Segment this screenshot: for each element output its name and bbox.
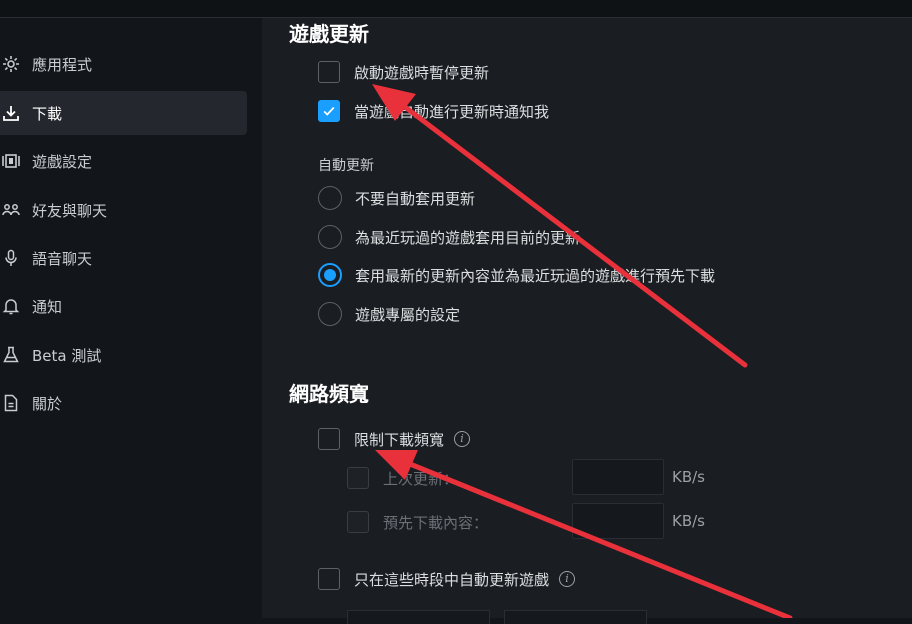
document-icon	[0, 392, 22, 414]
auto-update-radio[interactable]	[318, 225, 342, 249]
last-update-limit-checkbox[interactable]	[347, 467, 369, 489]
pause-while-playing-label: 啟動遊戲時暫停更新	[354, 63, 490, 82]
sidebar-item-label: 好友與聊天	[32, 201, 108, 220]
settings-sidebar: 應用程式 下載 遊戲設定 好友與聊天 語音聊天 通知 Beta 測試 關於	[0, 18, 262, 618]
last-update-unit: KB/s	[672, 468, 705, 486]
auto-update-option[interactable]: 為最近玩過的遊戲套用目前的更新	[318, 225, 580, 249]
limit-download-row[interactable]: 限制下載頻寬 i	[318, 428, 471, 450]
sidebar-item-notifications[interactable]: 通知	[0, 284, 247, 328]
info-icon[interactable]: i	[454, 431, 471, 447]
sidebar-item-game-settings[interactable]: 遊戲設定	[0, 139, 247, 183]
schedule-update-row[interactable]: 只在這些時段中自動更新遊戲 i	[318, 568, 576, 590]
sidebar-item-beta[interactable]: Beta 測試	[0, 333, 247, 377]
auto-update-option-label: 遊戲專屬的設定	[355, 305, 461, 324]
sidebar-item-label: 語音聊天	[32, 249, 93, 268]
auto-update-option-label: 為最近玩過的遊戲套用目前的更新	[355, 228, 581, 247]
sidebar-item-voice-chat[interactable]: 語音聊天	[0, 236, 247, 280]
sidebar-item-label: 遊戲設定	[32, 152, 93, 171]
predownload-limit-label: 預先下載內容：	[383, 513, 489, 532]
predownload-limit-input[interactable]	[572, 503, 664, 539]
auto-update-option-label: 套用最新的更新內容並為最近玩過的遊戲進行預先下載	[355, 266, 716, 285]
auto-update-option[interactable]: 遊戲專屬的設定	[318, 302, 460, 326]
notify-auto-update-row[interactable]: 當遊戲自動進行更新時通知我	[318, 100, 549, 122]
sidebar-item-label: 應用程式	[32, 55, 93, 74]
bell-icon	[0, 295, 22, 317]
schedule-start-select[interactable]	[347, 610, 490, 624]
checkmark-icon	[323, 106, 335, 116]
last-update-limit-label: 上次更新：	[383, 469, 459, 488]
predownload-limit-row: 預先下載內容：	[347, 511, 488, 533]
friends-icon	[0, 199, 22, 221]
auto-update-option-label: 不要自動套用更新	[355, 189, 476, 208]
gear-icon	[0, 53, 22, 75]
sidebar-item-label: Beta 測試	[32, 346, 102, 365]
predownload-limit-checkbox[interactable]	[347, 511, 369, 533]
notify-auto-update-label: 當遊戲自動進行更新時通知我	[354, 102, 550, 121]
game-updates-heading: 遊戲更新	[289, 22, 369, 46]
microphone-icon	[0, 247, 22, 269]
schedule-update-checkbox[interactable]	[318, 568, 340, 590]
auto-update-radio[interactable]	[318, 302, 342, 326]
sidebar-item-label: 下載	[32, 104, 63, 123]
sidebar-item-about[interactable]: 關於	[0, 381, 247, 425]
game-settings-icon	[0, 150, 22, 172]
top-bar	[0, 0, 912, 18]
sidebar-item-applications[interactable]: 應用程式	[0, 42, 247, 86]
schedule-end-select[interactable]	[504, 610, 647, 624]
download-icon	[0, 102, 22, 124]
auto-update-radio[interactable]	[318, 186, 342, 210]
sidebar-item-friends-chat[interactable]: 好友與聊天	[0, 188, 247, 232]
auto-update-option[interactable]: 不要自動套用更新	[318, 186, 475, 210]
auto-update-radio[interactable]	[318, 263, 342, 287]
pause-while-playing-row[interactable]: 啟動遊戲時暫停更新	[318, 61, 489, 83]
predownload-unit: KB/s	[672, 512, 705, 530]
last-update-limit-row: 上次更新：	[347, 467, 458, 489]
limit-download-label: 限制下載頻寬	[354, 430, 445, 449]
schedule-update-label: 只在這些時段中自動更新遊戲	[354, 570, 550, 589]
pause-while-playing-checkbox[interactable]	[318, 61, 340, 83]
limit-download-checkbox[interactable]	[318, 428, 340, 450]
last-update-limit-input[interactable]	[572, 459, 664, 495]
notify-auto-update-checkbox[interactable]	[318, 100, 340, 122]
sidebar-item-label: 關於	[32, 394, 63, 413]
bandwidth-heading: 網路頻寬	[289, 382, 369, 406]
flask-icon	[0, 344, 22, 366]
sidebar-item-label: 通知	[32, 297, 63, 316]
auto-update-option[interactable]: 套用最新的更新內容並為最近玩過的遊戲進行預先下載	[318, 263, 715, 287]
settings-content: 遊戲更新 啟動遊戲時暫停更新 當遊戲自動進行更新時通知我 自動更新 不要自動套用…	[262, 18, 912, 624]
radio-dot	[324, 269, 336, 281]
sidebar-item-downloads[interactable]: 下載	[0, 91, 247, 135]
info-icon[interactable]: i	[559, 571, 576, 587]
auto-update-heading: 自動更新	[318, 158, 374, 174]
